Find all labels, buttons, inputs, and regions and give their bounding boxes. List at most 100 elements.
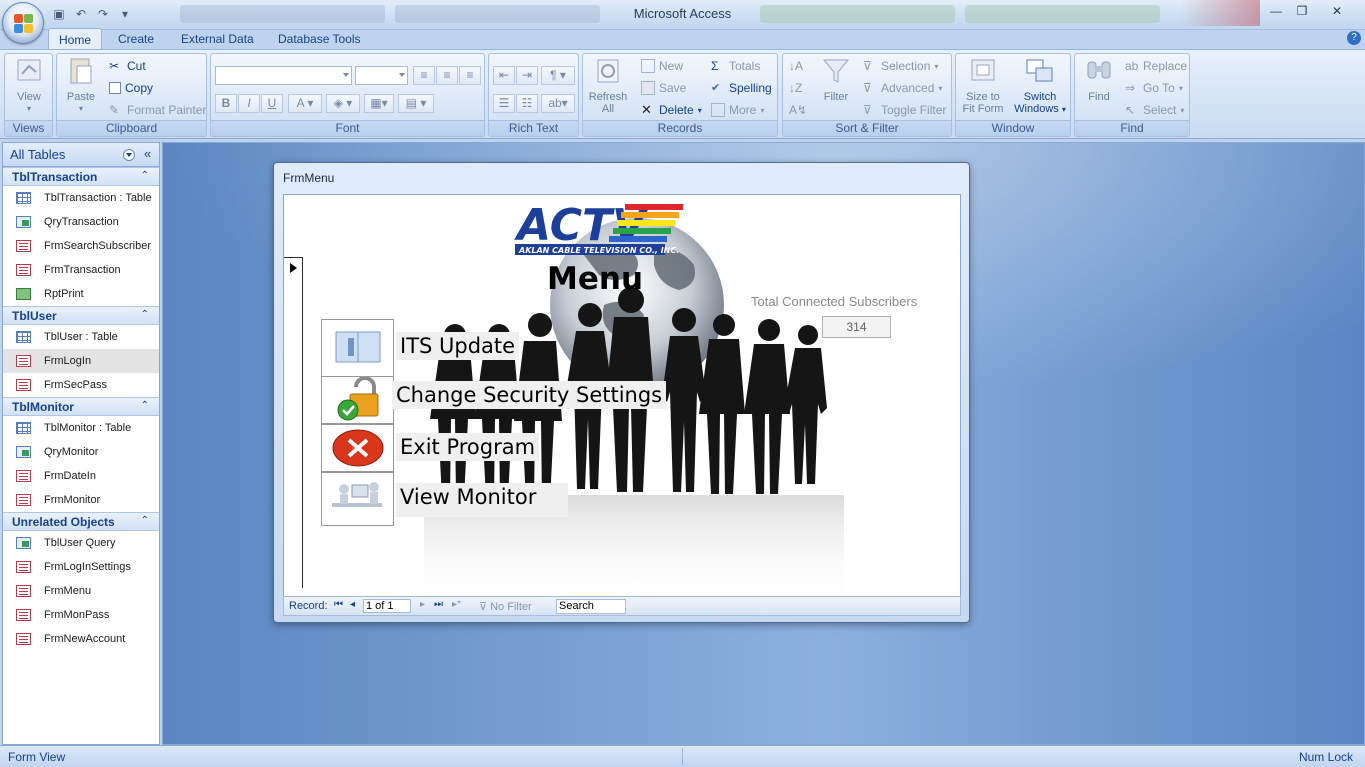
view-monitor-label[interactable]: View Monitor [396, 483, 568, 517]
size-to-fit-form-button[interactable]: Size to Fit Form [960, 56, 1006, 115]
collapse-group-chevron-icon[interactable]: ⌃ [141, 515, 149, 526]
sort-descending-icon[interactable]: ↓Z [789, 79, 802, 97]
change-security-button[interactable] [321, 376, 394, 424]
delete-button[interactable]: ✕ Delete ▾ [641, 101, 702, 119]
nav-group-header[interactable]: TblMonitor ⌃ [3, 397, 159, 416]
its-update-label[interactable]: ITS Update [396, 332, 520, 360]
totals-button[interactable]: Σ Totals [711, 57, 760, 75]
font-name-combo[interactable] [215, 66, 352, 85]
decrease-indent-icon[interactable]: ⇤ [493, 66, 515, 85]
spelling-button[interactable]: ✔ Spelling [711, 79, 772, 97]
search-input[interactable]: Search [556, 599, 626, 614]
refresh-all-button[interactable]: Refresh All [587, 56, 629, 115]
nav-item[interactable]: FrmDateIn [3, 464, 159, 488]
nav-item[interactable]: FrmMenu [3, 579, 159, 603]
record-selector[interactable] [284, 257, 303, 588]
nav-group-header[interactable]: TblTransaction ⌃ [3, 167, 159, 186]
underline-icon[interactable]: U [261, 94, 283, 113]
fill-color-icon[interactable]: ◈ ▾ [326, 94, 360, 113]
nav-item[interactable]: TblTransaction : Table [3, 186, 159, 210]
collapse-group-chevron-icon[interactable]: ⌃ [141, 170, 149, 181]
cut-button[interactable]: ✂ Cut [109, 57, 146, 75]
nav-item[interactable]: FrmMonitor [3, 488, 159, 512]
collapse-group-chevron-icon[interactable]: ⌃ [141, 309, 149, 320]
view-monitor-button[interactable] [321, 472, 394, 526]
collapse-group-chevron-icon[interactable]: ⌃ [141, 400, 149, 411]
tab-external-data[interactable]: External Data [171, 28, 264, 50]
italic-icon[interactable]: I [238, 94, 260, 113]
tab-home[interactable]: Home [48, 28, 103, 50]
its-update-button[interactable] [321, 319, 394, 377]
shutter-bar-close-icon[interactable]: « [144, 146, 151, 161]
advanced-button[interactable]: ⊽ Advanced ▾ [863, 79, 942, 97]
windows-label: Windows [1014, 103, 1059, 115]
nav-item[interactable]: QryMonitor [3, 440, 159, 464]
save-record-button[interactable]: Save [641, 79, 686, 97]
font-color-icon[interactable]: A ▾ [288, 94, 322, 113]
nav-item[interactable]: FrmSecPass [3, 373, 159, 397]
bullets-icon[interactable]: ☷ [516, 94, 538, 113]
go-to-button[interactable]: ⇒ Go To ▾ [1125, 79, 1183, 97]
sort-ascending-icon[interactable]: ↓A [789, 57, 803, 75]
align-left-icon[interactable]: ≡ [413, 66, 435, 85]
nav-item[interactable]: RptPrint [3, 282, 159, 306]
gridlines-icon[interactable]: ▦▾ [364, 94, 394, 113]
nav-item[interactable]: QryTransaction [3, 210, 159, 234]
nav-group-header[interactable]: Unrelated Objects ⌃ [3, 512, 159, 531]
exit-x-icon [332, 429, 384, 467]
last-record-icon[interactable]: ⏭ [434, 599, 443, 610]
nav-item[interactable]: TblUser : Table [3, 325, 159, 349]
more-button[interactable]: More ▾ [711, 101, 764, 119]
clear-sort-icon[interactable]: A↯ [789, 101, 807, 119]
increase-indent-icon[interactable]: ⇥ [516, 66, 538, 85]
filter-button[interactable]: Filter [817, 56, 855, 103]
view-button[interactable]: View ▾ [11, 56, 47, 115]
minimize-button[interactable]: — [1263, 2, 1289, 20]
paragraph-direction-icon[interactable]: ¶ ▾ [541, 66, 575, 85]
switch-windows-button[interactable]: Switch Windows ▾ [1012, 56, 1068, 116]
nav-item[interactable]: FrmLogIn [3, 349, 159, 373]
new-record-button[interactable]: New [641, 57, 683, 75]
previous-record-icon[interactable]: ◂ [350, 599, 355, 610]
tab-create[interactable]: Create [108, 28, 164, 50]
format-painter-button[interactable]: ✎ Format Painter [109, 101, 206, 119]
numbering-icon[interactable]: ☰ [493, 94, 515, 113]
nav-item[interactable]: FrmTransaction [3, 258, 159, 282]
nav-item[interactable]: FrmNewAccount [3, 627, 159, 651]
toggle-filter-button[interactable]: ⊽ Toggle Filter [863, 101, 946, 119]
next-record-icon[interactable]: ▸ [420, 599, 425, 610]
selection-button[interactable]: ⊽ Selection ▾ [863, 57, 938, 75]
nav-item[interactable]: TblUser Query [3, 531, 159, 555]
select-button[interactable]: ↖ Select ▾ [1125, 101, 1184, 119]
nav-item[interactable]: FrmLogInSettings [3, 555, 159, 579]
office-button[interactable] [2, 2, 44, 44]
align-center-icon[interactable]: ≡ [436, 66, 458, 85]
copy-button[interactable]: Copy [109, 79, 153, 97]
highlight-icon[interactable]: ab▾ [541, 94, 575, 113]
close-button[interactable]: ✕ [1315, 2, 1359, 20]
exit-program-label[interactable]: Exit Program [396, 433, 540, 461]
alternate-fill-icon[interactable]: ▤ ▾ [398, 94, 434, 113]
align-right-icon[interactable]: ≡ [459, 66, 481, 85]
nav-item[interactable]: FrmSearchSubscriber [3, 234, 159, 258]
help-icon[interactable]: ? [1347, 31, 1361, 45]
total-subscribers-value[interactable]: 314 [822, 316, 891, 338]
no-filter-indicator[interactable]: ⊽ No Filter [479, 600, 532, 613]
exit-program-button[interactable] [321, 424, 394, 472]
paste-button[interactable]: Paste ▾ [63, 56, 99, 115]
change-security-label[interactable]: Change Security Settings [392, 381, 667, 409]
font-size-combo[interactable] [355, 66, 408, 85]
nav-group-header[interactable]: TblUser ⌃ [3, 306, 159, 325]
nav-header[interactable]: All Tables « [3, 143, 159, 167]
nav-menu-dropdown-icon[interactable] [123, 149, 135, 161]
find-button[interactable]: Find [1079, 56, 1119, 103]
bold-icon[interactable]: B [215, 94, 237, 113]
new-record-nav-icon[interactable]: ▸* [452, 599, 461, 610]
nav-item[interactable]: FrmMonPass [3, 603, 159, 627]
tab-database-tools[interactable]: Database Tools [268, 28, 371, 50]
first-record-icon[interactable]: ⏮ [334, 599, 343, 610]
current-record-field[interactable]: 1 of 1 [363, 599, 411, 613]
nav-item[interactable]: TblMonitor : Table [3, 416, 159, 440]
replace-button[interactable]: ab Replace [1125, 57, 1187, 75]
restore-button[interactable]: ❐ [1289, 2, 1315, 20]
